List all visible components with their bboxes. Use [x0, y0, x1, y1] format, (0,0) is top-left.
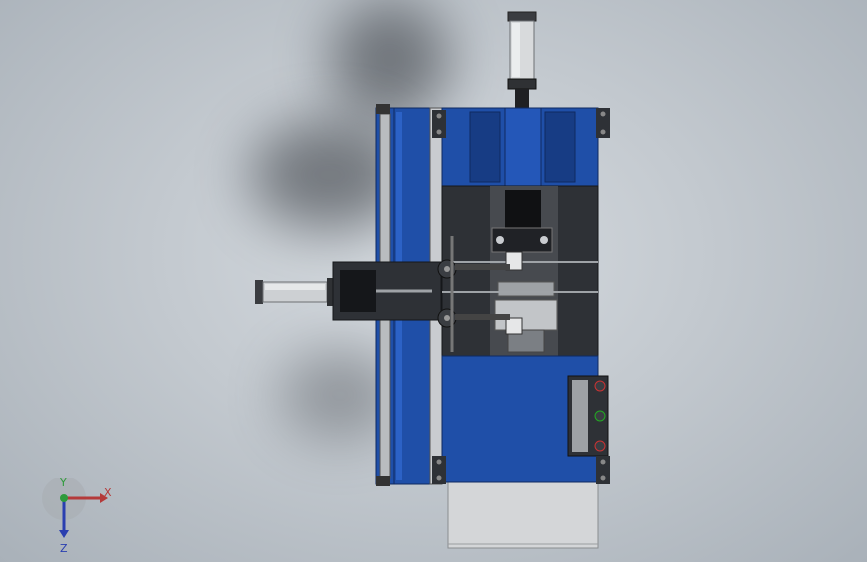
top-pneumatic-cylinder[interactable] [507, 11, 537, 109]
lower-blue-housing[interactable] [432, 355, 610, 484]
upper-blue-housing[interactable] [432, 107, 610, 187]
press-frame[interactable] [441, 185, 599, 357]
axis-triad: X Y Z [42, 478, 112, 555]
cad-3d-viewport[interactable]: X Y Z [0, 0, 867, 562]
side-pneumatic-cylinder[interactable] [255, 261, 442, 321]
base-plate[interactable] [447, 481, 599, 549]
x-axis-label: X [104, 486, 112, 499]
y-axis-label: Y [59, 478, 67, 489]
y-axis-arrow [60, 494, 68, 502]
z-axis-label: Z [60, 542, 68, 555]
